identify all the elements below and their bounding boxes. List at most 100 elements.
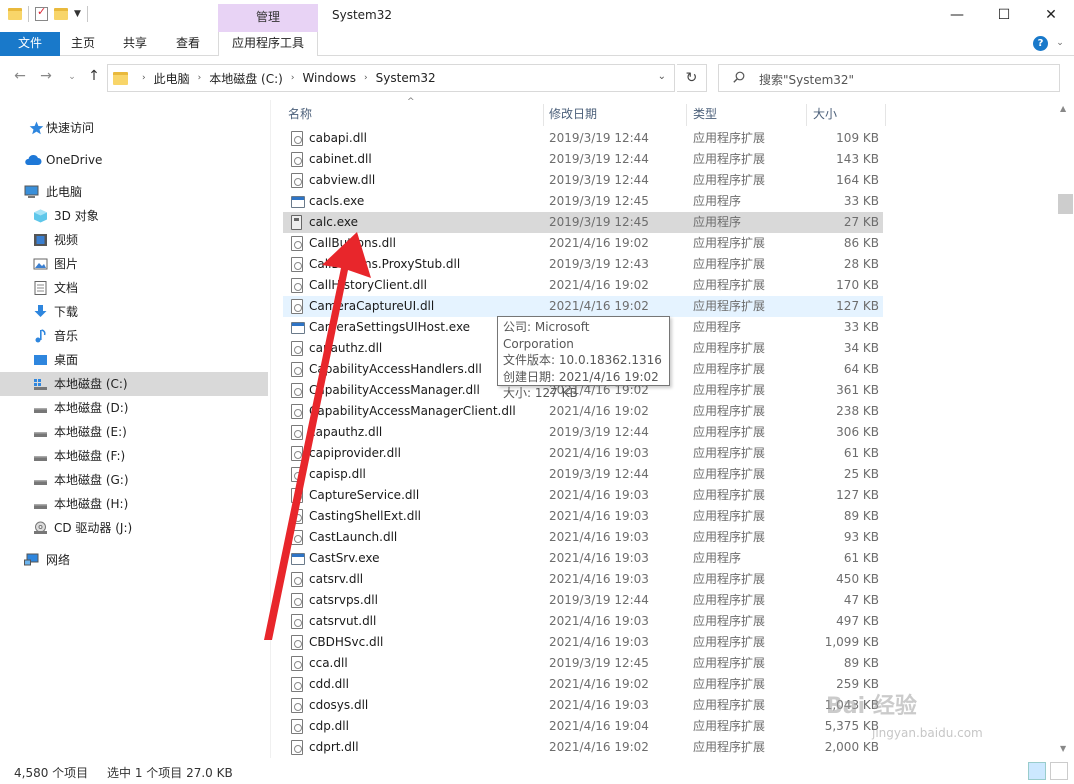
- address-bar[interactable]: › 此电脑 › 本地磁盘 (C:) › Windows › System32 ⌄: [107, 64, 675, 92]
- file-row[interactable]: CastingShellExt.dll 2021/4/16 19:03 应用程序扩展…: [283, 506, 883, 527]
- file-row[interactable]: cdp.dll 2021/4/16 19:04 应用程序扩展 5,375 KB: [283, 716, 883, 737]
- file-row[interactable]: capauthz.dll 2019/3/19 12:44 应用程序扩展 306 KB: [283, 422, 883, 443]
- file-row[interactable]: cdd.dll 2021/4/16 19:02 应用程序扩展 259 KB: [283, 674, 883, 695]
- file-row[interactable]: cacls.exe 2019/3/19 12:45 应用程序 33 KB: [283, 191, 883, 212]
- sidebar-item-drive-g[interactable]: 本地磁盘 (G:): [0, 468, 268, 492]
- minimize-button[interactable]: —: [934, 0, 980, 32]
- recent-locations-chevron-icon[interactable]: ⌄: [62, 72, 82, 82]
- file-row[interactable]: CapabilityAccessManagerClient.dll 2021/4/…: [283, 401, 883, 422]
- tab-view[interactable]: 查看: [169, 32, 207, 56]
- column-divider[interactable]: [806, 104, 807, 126]
- tab-share[interactable]: 共享: [116, 32, 154, 56]
- sidebar-item-cd-drive[interactable]: CD 驱动器 (J:): [0, 516, 268, 540]
- column-divider[interactable]: [543, 104, 544, 126]
- chevron-down-icon[interactable]: ⌄: [1054, 38, 1066, 50]
- scroll-down-icon[interactable]: ▼: [1060, 744, 1066, 753]
- scroll-up-icon[interactable]: ▲: [1060, 104, 1066, 113]
- desktop-icon: [34, 355, 47, 365]
- selection-info: 选中 1 个项目 27.0 KB: [107, 766, 233, 780]
- search-input[interactable]: 搜索"System32": [718, 64, 1060, 92]
- sidebar-item-this-pc[interactable]: 此电脑: [0, 180, 268, 204]
- file-row[interactable]: CastLaunch.dll 2021/4/16 19:03 应用程序扩展 93 KB: [283, 527, 883, 548]
- sidebar-item-documents[interactable]: 文档: [0, 276, 268, 300]
- file-row[interactable]: CallHistoryClient.dll 2021/4/16 19:02 应用程序…: [283, 275, 883, 296]
- sidebar-item-drive-e[interactable]: 本地磁盘 (E:): [0, 420, 268, 444]
- file-row[interactable]: catsrvut.dll 2021/4/16 19:03 应用程序扩展 497 KB: [283, 611, 883, 632]
- file-date: 2021/4/16 19:03: [549, 509, 649, 523]
- tab-file[interactable]: 文件: [0, 32, 60, 56]
- forward-button[interactable]: →: [36, 68, 56, 84]
- up-button[interactable]: ↑: [84, 68, 104, 84]
- chevron-right-icon[interactable]: ›: [364, 73, 368, 83]
- column-header-size[interactable]: 大小: [813, 100, 837, 128]
- column-header-type[interactable]: 类型: [693, 100, 717, 128]
- customize-toolbar-chevron-icon[interactable]: ▼: [74, 9, 81, 19]
- file-row[interactable]: cabapi.dll 2019/3/19 12:44 应用程序扩展 109 KB: [283, 128, 883, 149]
- file-row[interactable]: cabview.dll 2019/3/19 12:44 应用程序扩展 164 KB: [283, 170, 883, 191]
- file-name: CBDHSvc.dll: [309, 635, 384, 649]
- file-row[interactable]: CBDHSvc.dll 2021/4/16 19:03 应用程序扩展 1,099 KB: [283, 632, 883, 653]
- new-folder-icon[interactable]: [54, 8, 68, 20]
- file-row[interactable]: CallButtons.dll 2021/4/16 19:02 应用程序扩展 86 K…: [283, 233, 883, 254]
- file-type: 应用程序扩展: [693, 740, 766, 754]
- file-row[interactable]: cdprt.dll 2021/4/16 19:02 应用程序扩展 2,000 KB: [283, 737, 883, 758]
- column-divider[interactable]: [686, 104, 687, 126]
- file-row[interactable]: cabinet.dll 2019/3/19 12:44 应用程序扩展 143 KB: [283, 149, 883, 170]
- sidebar-item-pictures[interactable]: 图片: [0, 252, 268, 276]
- refresh-button[interactable]: ↻: [677, 64, 707, 92]
- properties-icon[interactable]: [35, 5, 48, 21]
- column-header-date[interactable]: 修改日期: [549, 100, 597, 128]
- tab-application-tools[interactable]: 应用程序工具: [218, 32, 318, 56]
- file-type: 应用程序扩展: [693, 488, 766, 502]
- navigation-pane: 快速访问 OneDrive 此电脑 3D 对象 视频 图片 文档 下载 音乐 桌…: [0, 108, 270, 758]
- maximize-button[interactable]: ☐: [981, 0, 1027, 32]
- file-row[interactable]: capisp.dll 2019/3/19 12:44 应用程序扩展 25 KB: [283, 464, 883, 485]
- breadcrumb-drive-c[interactable]: 本地磁盘 (C:): [209, 70, 283, 87]
- star-icon: [29, 121, 44, 135]
- tab-home[interactable]: 主页: [64, 32, 102, 56]
- column-header-name[interactable]: 名称: [288, 100, 312, 128]
- file-name: cabview.dll: [309, 173, 376, 187]
- breadcrumb-this-pc[interactable]: 此电脑: [154, 70, 190, 87]
- file-row[interactable]: CallButtons.ProxyStub.dll 2019/3/19 12:43…: [283, 254, 883, 275]
- sidebar-item-desktop[interactable]: 桌面: [0, 348, 268, 372]
- file-name: cdprt.dll: [309, 740, 359, 754]
- sidebar-item-downloads[interactable]: 下载: [0, 300, 268, 324]
- file-row[interactable]: CastSrv.exe 2021/4/16 19:03 应用程序 61 KB: [283, 548, 883, 569]
- file-row[interactable]: cca.dll 2019/3/19 12:45 应用程序扩展 89 KB: [283, 653, 883, 674]
- help-icon[interactable]: ?: [1033, 36, 1048, 51]
- sidebar-item-videos[interactable]: 视频: [0, 228, 268, 252]
- sidebar-item-music[interactable]: 音乐: [0, 324, 268, 348]
- file-row[interactable]: CaptureService.dll 2021/4/16 19:03 应用程序扩展 1…: [283, 485, 883, 506]
- details-view-icon[interactable]: [1028, 762, 1046, 780]
- scrollbar-thumb[interactable]: [1058, 194, 1073, 214]
- chevron-down-icon[interactable]: ⌄: [658, 71, 666, 82]
- file-name: CameraSettingsUIHost.exe: [309, 320, 471, 334]
- file-row[interactable]: catsrvps.dll 2019/3/19 12:44 应用程序扩展 47 KB: [283, 590, 883, 611]
- file-name: CallButtons.dll: [309, 236, 396, 250]
- file-row[interactable]: capiprovider.dll 2021/4/16 19:03 应用程序扩展 61 …: [283, 443, 883, 464]
- chevron-right-icon[interactable]: ›: [198, 73, 202, 83]
- file-row[interactable]: cdosys.dll 2021/4/16 19:03 应用程序扩展 1,043 KB: [283, 695, 883, 716]
- sidebar-item-quick-access[interactable]: 快速访问: [0, 116, 268, 140]
- sidebar-item-drive-f[interactable]: 本地磁盘 (F:): [0, 444, 268, 468]
- sidebar-item-drive-c[interactable]: 本地磁盘 (C:): [0, 372, 268, 396]
- sidebar-item-onedrive[interactable]: OneDrive: [0, 148, 268, 172]
- file-size: 1,099 KB: [824, 635, 879, 649]
- sidebar-item-3d-objects[interactable]: 3D 对象: [0, 204, 268, 228]
- chevron-right-icon[interactable]: ›: [291, 73, 295, 83]
- file-type: 应用程序: [693, 551, 742, 565]
- sidebar-item-drive-d[interactable]: 本地磁盘 (D:): [0, 396, 268, 420]
- file-row[interactable]: calc.exe 2019/3/19 12:45 应用程序 27 KB: [283, 212, 883, 233]
- back-button[interactable]: ←: [10, 68, 30, 84]
- file-row[interactable]: catsrv.dll 2021/4/16 19:03 应用程序扩展 450 KB: [283, 569, 883, 590]
- file-row[interactable]: CameraCaptureUI.dll 2021/4/16 19:02 应用程序扩展…: [283, 296, 883, 317]
- breadcrumb-windows[interactable]: Windows: [302, 71, 356, 85]
- pane-divider[interactable]: [270, 100, 271, 758]
- close-button[interactable]: ✕: [1028, 0, 1074, 32]
- large-icons-view-icon[interactable]: [1050, 762, 1068, 780]
- breadcrumb-system32[interactable]: System32: [376, 71, 436, 85]
- column-divider[interactable]: [885, 104, 886, 126]
- sidebar-item-network[interactable]: 网络: [0, 548, 268, 572]
- sidebar-item-drive-h[interactable]: 本地磁盘 (H:): [0, 492, 268, 516]
